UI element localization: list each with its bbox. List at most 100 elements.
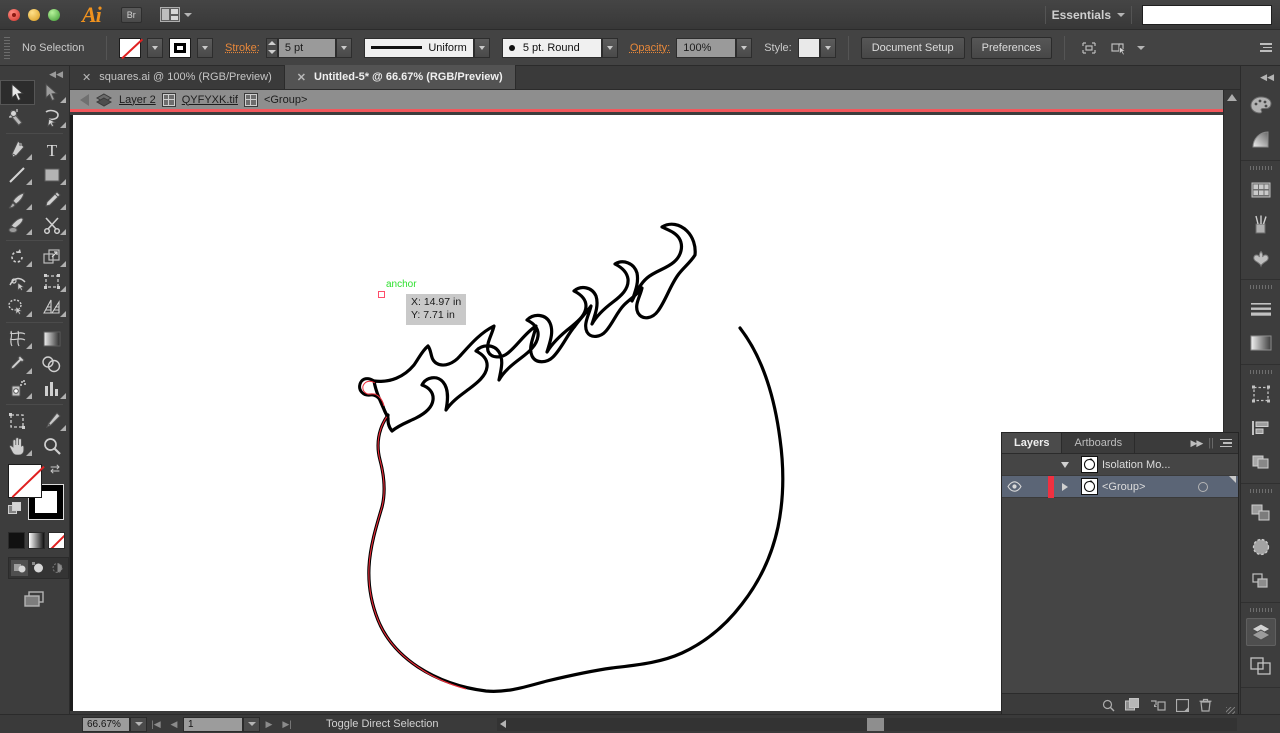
fill-color-swatch[interactable] [119,37,141,58]
opacity-dropdown[interactable] [736,37,753,58]
window-controls[interactable] [0,8,60,21]
pen-tool[interactable] [0,137,35,162]
lasso-tool[interactable] [35,105,70,130]
stroke-color-swatch[interactable] [169,37,191,58]
artboards-panel-icon[interactable] [1241,377,1280,411]
pathfinder-panel-icon[interactable] [1241,445,1280,479]
hand-tool[interactable] [0,433,35,458]
shape-builder-tool[interactable] [0,294,35,319]
draw-normal-icon[interactable] [11,560,28,576]
artboard-tool[interactable] [0,408,35,433]
transparency-panel-icon[interactable] [1241,530,1280,564]
first-artboard-button[interactable]: |◀ [147,717,165,732]
style-control[interactable] [797,37,836,58]
line-segment-tool[interactable] [0,162,35,187]
column-graph-tool[interactable] [35,376,70,401]
screen-mode-button[interactable] [0,589,69,609]
free-transform-tool[interactable] [35,269,70,294]
artboard-number-input[interactable]: 1 [183,716,243,732]
swatches-panel-icon[interactable] [1241,173,1280,207]
stroke-profile-value[interactable]: Uniform [363,37,474,58]
last-artboard-button[interactable]: ▶| [278,717,296,732]
zoom-tool[interactable] [35,433,70,458]
transform-panel-icon[interactable] [1241,496,1280,530]
fill-swatch-large[interactable] [8,464,42,498]
layer-row-group[interactable]: <Group> [1002,475,1238,498]
style-dropdown[interactable] [819,37,836,58]
stroke-profile-control[interactable]: Uniform [363,37,490,58]
breadcrumb-image[interactable]: QYFYXK.tif [182,94,238,106]
brush-definition-control[interactable]: 5 pt. Round [501,37,618,58]
stroke-weight-stepper[interactable] [265,37,278,58]
brush-definition-dropdown[interactable] [601,37,618,58]
stroke-panel-icon[interactable] [1241,292,1280,326]
color-button[interactable] [8,532,25,549]
rotate-tool[interactable] [0,244,35,269]
chevron-down-icon[interactable] [1117,12,1125,17]
layer-name[interactable]: Isolation Mo... [1102,459,1170,471]
close-icon[interactable]: ✕ [297,71,306,84]
dock-group-grip[interactable] [1241,367,1280,377]
layer-name[interactable]: <Group> [1102,481,1145,493]
arrange-documents-button[interactable] [159,7,192,22]
breadcrumb-layer[interactable]: Layer 2 [119,94,156,106]
tab-layers[interactable]: Layers [1002,433,1063,453]
make-sublayer-icon[interactable] [1150,699,1166,715]
dock-group-grip[interactable] [1241,605,1280,615]
visibility-toggle[interactable] [1002,481,1026,492]
opacity-label[interactable]: Opacity: [630,42,670,54]
blend-tool[interactable] [35,351,70,376]
previous-artboard-button[interactable]: ◀ [165,717,183,732]
scroll-up-arrow-icon[interactable] [1227,94,1237,101]
appearance-panel-icon[interactable] [1241,564,1280,598]
blob-brush-tool[interactable] [0,212,35,237]
make-clipping-mask-icon[interactable] [1125,698,1140,715]
artboard-dropdown[interactable] [243,716,260,732]
close-icon[interactable]: ✕ [82,71,91,84]
collapse-panel-icon[interactable]: ▶▶ [1190,438,1203,449]
stroke-weight-value[interactable]: 5 pt [277,37,336,58]
panel-menu-icon[interactable] [1220,438,1232,448]
anchor-point-marker[interactable] [378,291,385,298]
direct-selection-tool[interactable] [35,80,70,105]
breadcrumb-group[interactable]: <Group> [264,94,307,106]
mesh-tool[interactable] [0,326,35,351]
chevron-down-icon[interactable] [1136,45,1145,50]
panel-menu-icon[interactable] [1260,43,1272,52]
color-guide-panel-icon[interactable] [1241,122,1280,156]
graphic-style-swatch[interactable] [797,37,820,58]
draw-behind-icon[interactable] [30,560,47,576]
stroke-weight-label[interactable]: Stroke: [225,42,260,54]
toolbar-collapse-button[interactable]: ◀◀ [0,66,69,80]
stroke-dropdown-button[interactable] [197,37,213,58]
exit-isolation-back-arrow[interactable] [80,93,89,106]
status-scrollbar[interactable] [497,718,1237,731]
maximize-window-button[interactable] [48,8,60,21]
locate-object-icon[interactable] [1102,699,1115,715]
gradient-button[interactable] [28,532,45,549]
type-tool[interactable]: T [35,137,70,162]
brush-definition-value[interactable]: 5 pt. Round [501,37,602,58]
document-setup-button[interactable]: Document Setup [860,36,965,59]
draw-inside-icon[interactable] [49,560,66,576]
paintbrush-tool[interactable] [0,187,35,212]
tab-artboards[interactable]: Artboards [1062,433,1136,453]
opacity-value[interactable]: 100% [676,37,737,58]
status-scroll-left-arrow[interactable] [500,720,506,728]
symbols-panel-icon[interactable] [1241,241,1280,275]
next-artboard-button[interactable]: ▶ [260,717,278,732]
workspace-switcher-label[interactable]: Essentials [1052,8,1111,22]
stroke-profile-dropdown[interactable] [473,37,490,58]
swap-fill-stroke-icon[interactable]: ⇄ [50,462,60,476]
document-tab-untitled5[interactable]: ✕ Untitled-5* @ 66.67% (RGB/Preview) [284,65,516,89]
new-layer-icon[interactable] [1175,698,1190,715]
dock-group-grip[interactable] [1241,282,1280,292]
scissors-tool[interactable] [35,212,70,237]
stroke-weight-control[interactable]: 5 pt [265,37,352,58]
default-fill-stroke-icon[interactable] [8,502,21,515]
scale-tool[interactable] [35,244,70,269]
none-button[interactable] [48,532,65,549]
perspective-grid-tool[interactable] [35,294,70,319]
layer-row-isolation-mode[interactable]: Isolation Mo... [1002,454,1238,476]
control-bar-grip[interactable] [4,36,10,59]
